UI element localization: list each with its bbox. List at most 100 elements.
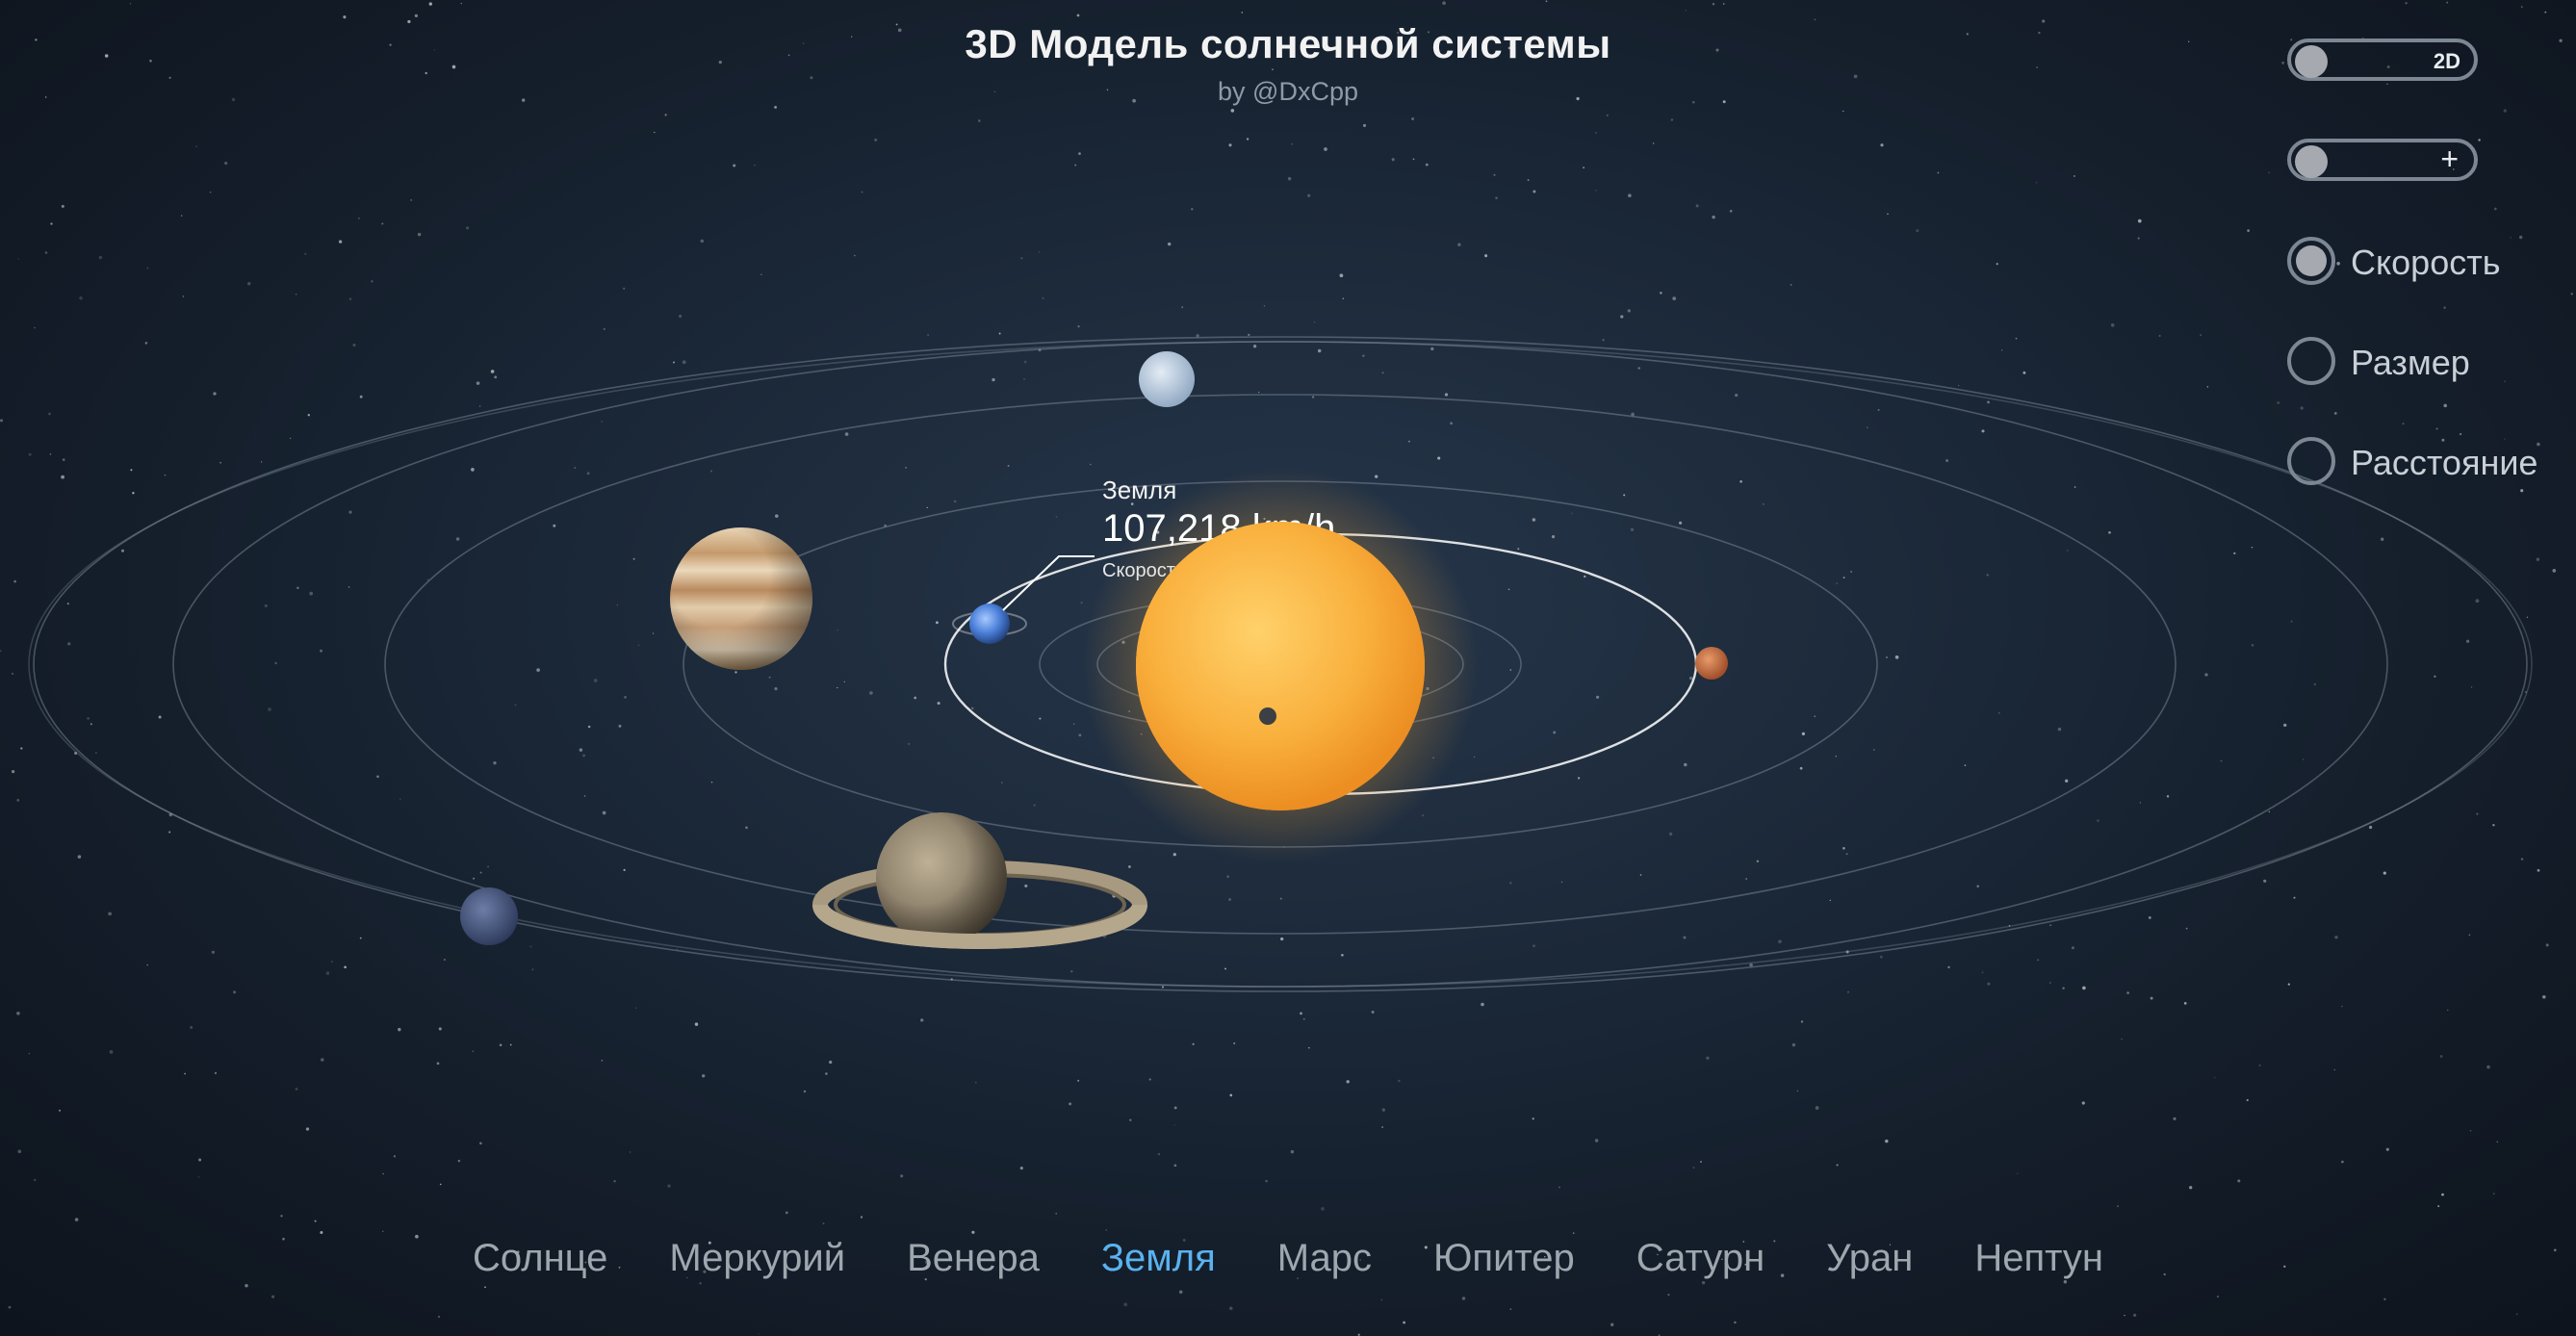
star (1996, 263, 1998, 266)
mode-distance-label: Расстояние (2351, 443, 2538, 482)
star (2443, 403, 2447, 408)
star (699, 1282, 702, 1285)
jupiter-planet[interactable] (670, 527, 812, 670)
nav-item-saturn[interactable]: Сатурн (1636, 1237, 1765, 1280)
star (2293, 896, 2296, 899)
star (264, 604, 268, 607)
star (927, 333, 930, 336)
star (17, 258, 19, 260)
star (16, 799, 20, 802)
star (1692, 1167, 1695, 1169)
star (428, 2, 432, 6)
star (937, 702, 940, 706)
star (182, 295, 185, 297)
star (602, 810, 606, 815)
star (1411, 117, 1415, 120)
star (295, 1088, 298, 1091)
mercury-dot[interactable] (1259, 707, 1276, 725)
star (654, 131, 656, 134)
star (77, 855, 82, 859)
nav-item-neptune[interactable]: Нептун (1974, 1237, 2103, 1280)
star (1157, 1152, 1161, 1156)
star (970, 707, 974, 710)
star (1545, 0, 1548, 3)
star (1178, 1290, 1183, 1295)
star (13, 579, 16, 583)
star (1457, 243, 1461, 246)
saturn-planet[interactable] (812, 812, 1147, 949)
star (1444, 393, 1449, 397)
star (2150, 996, 2153, 1000)
star (1422, 814, 1425, 817)
star (146, 267, 149, 270)
star (1077, 324, 1080, 328)
star (2515, 1313, 2518, 1316)
star (158, 715, 162, 719)
star (2470, 686, 2473, 688)
nav-item-earth[interactable]: Земля (1101, 1237, 1216, 1280)
toggle-knob (2295, 145, 2328, 178)
nav-item-mars[interactable]: Марс (1277, 1237, 1372, 1280)
star (2283, 723, 2287, 728)
star (2049, 924, 2051, 926)
star (1403, 1321, 1406, 1324)
star (905, 467, 907, 469)
star (2437, 1205, 2440, 1208)
star (1879, 955, 1883, 959)
nav-item-venus[interactable]: Венера (907, 1237, 1040, 1280)
star (90, 723, 92, 726)
star (164, 474, 167, 476)
star (260, 461, 263, 463)
neptune-planet[interactable] (460, 887, 518, 945)
zoom-toggle[interactable]: + (2287, 139, 2478, 181)
mars-planet[interactable] (1695, 647, 1728, 680)
solar-system-scene[interactable]: Земля 107,218 km/h Скорость (0, 0, 2576, 1336)
star (2537, 868, 2540, 872)
star (1572, 1232, 1575, 1234)
star (1836, 582, 1839, 585)
uranus-planet[interactable] (1139, 351, 1195, 407)
star (2334, 936, 2338, 939)
star (2383, 871, 2386, 875)
star (829, 1060, 833, 1065)
star (920, 1018, 924, 1022)
nav-item-uranus[interactable]: Уран (1826, 1237, 1913, 1280)
star (2277, 401, 2280, 404)
star (493, 761, 497, 765)
star (2237, 1179, 2241, 1183)
star (1684, 762, 1687, 767)
star (1800, 1020, 1804, 1023)
star (2071, 946, 2074, 950)
star (2067, 550, 2069, 552)
sun-front (1136, 522, 1425, 810)
star (583, 795, 586, 797)
star (1381, 1108, 1386, 1112)
star (637, 644, 640, 646)
star (1668, 832, 1673, 836)
star (2139, 802, 2141, 804)
star (2441, 1193, 2444, 1196)
star (702, 1074, 706, 1078)
star (2504, 438, 2506, 440)
star (908, 743, 910, 745)
star (146, 963, 148, 966)
star (1080, 602, 1083, 604)
star (130, 469, 133, 472)
nav-item-mercury[interactable]: Меркурий (669, 1237, 845, 1280)
star (1339, 273, 1344, 278)
star (1637, 367, 1640, 370)
star (321, 1058, 324, 1062)
star (1495, 196, 1498, 199)
view-2d-toggle[interactable]: 2D (2287, 39, 2478, 81)
page-title: 3D Модель солнечной системы (965, 21, 1611, 66)
star (601, 1059, 604, 1062)
nav-item-sun[interactable]: Солнце (473, 1237, 607, 1280)
star (1842, 846, 1845, 850)
star (1473, 756, 1476, 758)
star (108, 912, 112, 916)
star (774, 687, 778, 691)
nav-item-jupiter[interactable]: Юпитер (1433, 1237, 1575, 1280)
star (861, 191, 863, 193)
star (1481, 1002, 1484, 1007)
star (1252, 345, 1257, 348)
